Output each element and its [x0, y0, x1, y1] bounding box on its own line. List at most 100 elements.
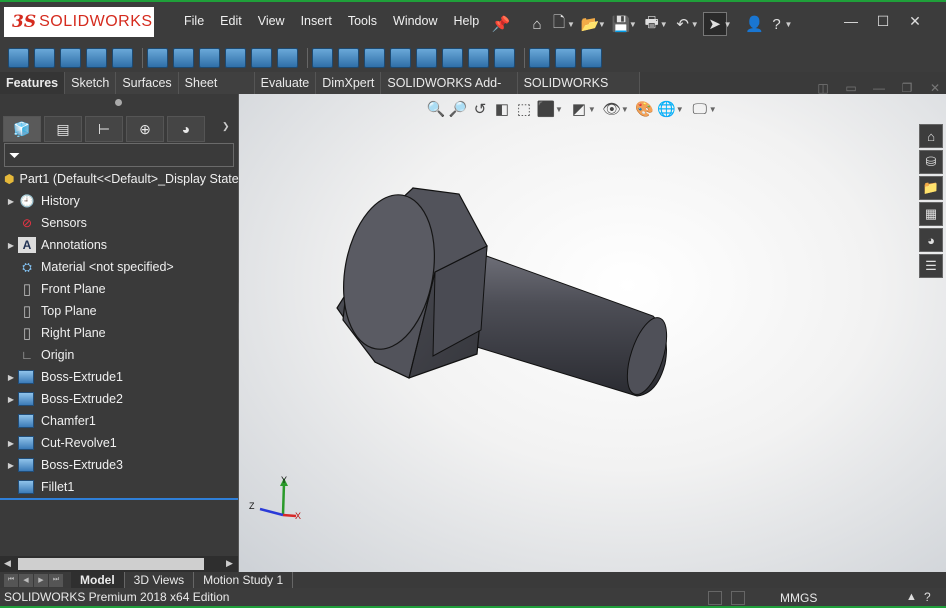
appearances-icon[interactable]: ◕ [919, 228, 943, 252]
configurationmanager-tab-icon[interactable]: ⊢ [85, 116, 123, 142]
tab-motion-study-1[interactable]: Motion Study 1 [194, 572, 294, 588]
chevron-down-icon[interactable]: ▼ [676, 105, 684, 114]
chevron-down-icon[interactable]: ▼ [660, 20, 668, 29]
menu-file[interactable]: File [176, 8, 212, 34]
tree-node-material[interactable]: ⛭ Material <not specified> [0, 256, 238, 278]
chevron-right-icon[interactable]: ❯ [222, 121, 230, 142]
prev-tab-icon[interactable]: ◀ [19, 573, 33, 587]
close-icon[interactable]: ✕ [904, 10, 926, 32]
expand-arrow-icon[interactable]: ▶ [4, 197, 18, 206]
chevron-down-icon[interactable]: ▼ [621, 105, 629, 114]
hide-show-items-icon[interactable]: 👁 [602, 99, 622, 119]
home-icon[interactable]: ⌂ [526, 13, 548, 35]
dynamic-annotation-icon[interactable]: ⬚ [514, 99, 534, 119]
tree-node-right-plane[interactable]: ▯ Right Plane [0, 322, 238, 344]
tab-evaluate[interactable]: Evaluate [254, 72, 317, 94]
fillet-icon[interactable] [312, 48, 333, 68]
custom-properties-icon[interactable]: ☰ [919, 254, 943, 278]
chevron-down-icon[interactable]: ▼ [691, 20, 699, 29]
scroll-left-icon[interactable]: ◀ [4, 558, 11, 569]
tab-sketch[interactable]: Sketch [65, 72, 117, 94]
section-view-icon[interactable]: ◧ [492, 99, 512, 119]
extruded-cut-icon[interactable] [147, 48, 168, 68]
chevron-down-icon[interactable]: ▼ [785, 20, 793, 29]
menu-window[interactable]: Window [385, 8, 445, 34]
tab-mbd[interactable]: SOLIDWORKS MBD [517, 72, 640, 112]
status-panel-icon[interactable] [731, 591, 746, 605]
previous-view-icon[interactable]: ↺ [470, 99, 490, 119]
tree-node-front-plane[interactable]: ▯ Front Plane [0, 278, 238, 300]
reference-geometry-icon[interactable] [529, 48, 550, 68]
shell-icon[interactable] [416, 48, 437, 68]
expand-arrow-icon[interactable]: ▶ [4, 439, 18, 448]
restore-panel-icon[interactable]: ◫ [814, 80, 832, 96]
tree-node-history[interactable]: ▶ 🕘 History [0, 190, 238, 212]
swept-cut-icon[interactable] [225, 48, 246, 68]
edit-appearance-icon[interactable]: 🎨 [635, 99, 655, 119]
solidworks-logo[interactable]: 3S SOLIDWORKS [4, 7, 154, 37]
mirror-icon[interactable] [494, 48, 515, 68]
tree-node-boss-extrude2[interactable]: ▶ Boss-Extrude2 [0, 388, 238, 410]
tab-3d-views[interactable]: 3D Views [125, 572, 195, 588]
design-library-icon[interactable]: ⛁ [919, 150, 943, 174]
zoom-to-area-icon[interactable]: 🔎 [448, 99, 468, 119]
chevron-up-icon[interactable]: ▲ [906, 591, 917, 603]
tab-dimxpert[interactable]: DimXpert [316, 72, 382, 94]
expand-arrow-icon[interactable]: ▶ [4, 395, 18, 404]
tab-surfaces[interactable]: Surfaces [116, 72, 179, 94]
swept-boss-icon[interactable] [60, 48, 81, 68]
solidworks-resources-icon[interactable]: ⌂ [919, 124, 943, 148]
tree-horizontal-scrollbar[interactable]: ◀ ▶ [0, 556, 238, 572]
minimize-icon[interactable]: — [870, 80, 888, 96]
menu-edit[interactable]: Edit [212, 8, 250, 34]
rib-icon[interactable] [364, 48, 385, 68]
graphics-area[interactable] [239, 94, 946, 572]
apply-scene-icon[interactable]: 🌐 [657, 99, 677, 119]
boundary-boss-icon[interactable] [112, 48, 133, 68]
scrollbar-thumb[interactable] [18, 558, 204, 570]
chevron-down-icon[interactable]: ▼ [724, 20, 732, 29]
minimize-icon[interactable]: — [840, 10, 862, 32]
units-selector[interactable]: MMGS [780, 591, 817, 605]
tree-root-part[interactable]: ⬢ Part1 (Default<<Default>_Display State [0, 168, 239, 190]
file-explorer-icon[interactable]: 📁 [919, 176, 943, 200]
curves-icon[interactable] [555, 48, 576, 68]
tab-sheet-metal[interactable]: Sheet Metal [178, 72, 255, 112]
next-tab-icon[interactable]: ▶ [34, 573, 48, 587]
displaymanager-tab-icon[interactable]: ◕ [167, 116, 205, 142]
featuremanager-tab-icon[interactable]: 🧊 [3, 116, 41, 142]
lofted-cut-icon[interactable] [251, 48, 272, 68]
status-panel-icon[interactable] [708, 591, 722, 605]
wrap-icon[interactable] [442, 48, 463, 68]
intersect-icon[interactable] [468, 48, 489, 68]
tree-node-origin[interactable]: ∟ Origin [0, 344, 238, 366]
boundary-cut-icon[interactable] [277, 48, 298, 68]
chevron-down-icon[interactable]: ▼ [709, 105, 717, 114]
chevron-down-icon[interactable]: ▼ [598, 20, 606, 29]
tree-node-top-plane[interactable]: ▯ Top Plane [0, 300, 238, 322]
user-icon[interactable]: 👤 [744, 13, 766, 35]
tile-icon[interactable]: ▭ [842, 80, 860, 96]
view-orientation-icon[interactable]: ⬛ [536, 99, 556, 119]
menu-insert[interactable]: Insert [293, 8, 340, 34]
expand-arrow-icon[interactable]: ▶ [4, 241, 18, 250]
tree-node-boss-extrude1[interactable]: ▶ Boss-Extrude1 [0, 366, 238, 388]
view-settings-icon[interactable]: 🖵 [690, 99, 710, 119]
chevron-down-icon[interactable]: ▼ [555, 105, 563, 114]
expand-arrow-icon[interactable]: ▶ [4, 461, 18, 470]
menu-view[interactable]: View [250, 8, 293, 34]
scroll-right-icon[interactable]: ▶ [226, 558, 233, 569]
propertymanager-tab-icon[interactable]: ▤ [44, 116, 82, 142]
instant3d-icon[interactable] [581, 48, 602, 68]
chevron-down-icon[interactable]: ▼ [567, 20, 575, 29]
tree-filter-input[interactable]: ⏷ [4, 143, 234, 167]
lofted-boss-icon[interactable] [86, 48, 107, 68]
expand-arrow-icon[interactable]: ▶ [4, 373, 18, 382]
view-palette-icon[interactable]: ▦ [919, 202, 943, 226]
first-tab-icon[interactable]: ⏮ [4, 573, 18, 587]
tab-model[interactable]: Model [71, 572, 125, 588]
tab-addins[interactable]: SOLIDWORKS Add-Ins [381, 72, 518, 112]
dimxpertmanager-tab-icon[interactable]: ⊕ [126, 116, 164, 142]
menu-help[interactable]: Help [446, 8, 488, 34]
last-tab-icon[interactable]: ⏭ [49, 573, 63, 587]
